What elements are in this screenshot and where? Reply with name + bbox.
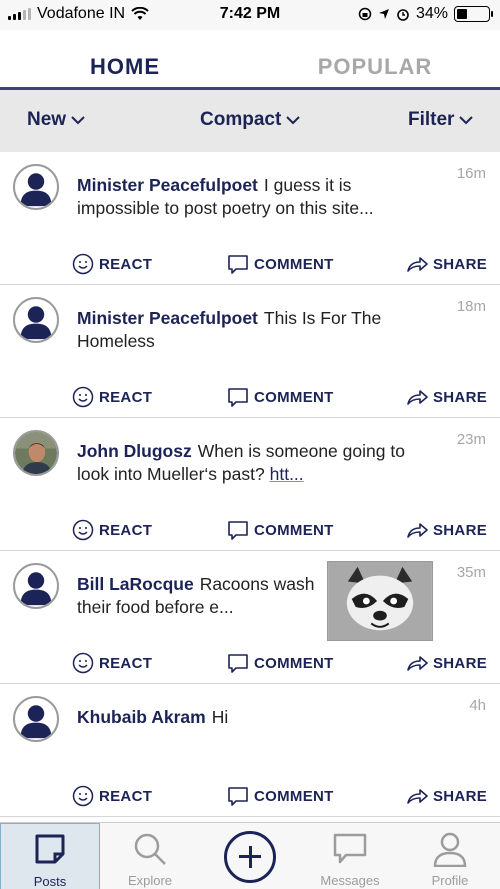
smiley-icon	[72, 386, 94, 408]
post-timestamp: 16m	[456, 165, 486, 182]
nav-posts[interactable]: Posts	[0, 823, 100, 889]
comment-button[interactable]: COMMENT	[227, 253, 334, 275]
search-icon	[134, 833, 166, 865]
raccoon-image	[328, 562, 432, 640]
smiley-icon	[72, 253, 94, 275]
smiley-icon	[72, 785, 94, 807]
share-arrow-icon	[407, 257, 428, 272]
react-button[interactable]: REACT	[72, 785, 152, 807]
user-silhouette-icon	[15, 166, 57, 208]
status-bar: Vodafone IN 7:42 PM 34%	[0, 0, 500, 30]
chevron-down-icon	[71, 116, 85, 125]
author-name[interactable]: Bill LaRocque	[77, 574, 194, 594]
post-item[interactable]: Minister Peacefulpoet This Is For The Hom…	[0, 285, 500, 418]
chevron-down-icon	[286, 116, 301, 125]
comment-button[interactable]: COMMENT	[227, 652, 334, 674]
share-arrow-icon	[407, 523, 428, 538]
share-arrow-icon	[407, 656, 428, 671]
smiley-icon	[72, 519, 94, 541]
user-silhouette-icon	[15, 698, 57, 740]
avatar[interactable]	[13, 430, 59, 476]
avatar[interactable]	[13, 297, 59, 343]
comment-bubble-icon	[228, 521, 248, 540]
comment-button[interactable]: COMMENT	[227, 785, 334, 807]
post-timestamp: 35m	[456, 564, 486, 581]
comment-bubble-icon	[228, 654, 248, 673]
filter-bar: New Compact Filter	[0, 90, 500, 152]
battery-icon	[454, 6, 493, 22]
comment-bubble-icon	[228, 787, 248, 806]
tab-popular[interactable]: POPULAR	[250, 30, 500, 90]
share-arrow-icon	[407, 390, 428, 405]
nav-explore[interactable]: Explore	[100, 823, 200, 889]
react-button[interactable]: REACT	[72, 652, 152, 674]
post-item[interactable]: Khubaib Akram Hi 4h REACT COMMENT SHARE	[0, 684, 500, 817]
post-body: Khubaib Akram Hi	[77, 706, 417, 729]
sort-dropdown[interactable]: New	[27, 109, 85, 131]
share-button[interactable]: SHARE	[406, 652, 487, 674]
profile-icon	[433, 832, 467, 867]
smiley-icon	[72, 652, 94, 674]
post-timestamp: 18m	[456, 298, 486, 315]
avatar[interactable]	[13, 164, 59, 210]
post-feed: Minister Peacefulpoet I guess it is impos…	[0, 152, 500, 817]
comment-button[interactable]: COMMENT	[227, 519, 334, 541]
comment-bubble-icon	[228, 255, 248, 274]
author-name[interactable]: Minister Peacefulpoet	[77, 175, 258, 195]
rotation-lock-icon	[358, 7, 372, 21]
post-thumbnail[interactable]	[327, 561, 433, 641]
post-body: John Dlugosz When is someone going to loo…	[77, 440, 417, 486]
battery-percent: 34%	[415, 5, 448, 22]
share-button[interactable]: SHARE	[406, 386, 487, 408]
react-button[interactable]: REACT	[72, 386, 152, 408]
share-button[interactable]: SHARE	[406, 519, 487, 541]
view-mode-dropdown[interactable]: Compact	[200, 109, 301, 131]
react-button[interactable]: REACT	[72, 253, 152, 275]
share-button[interactable]: SHARE	[406, 253, 487, 275]
share-arrow-icon	[407, 789, 428, 804]
post-actions: REACT COMMENT SHARE	[0, 519, 500, 543]
avatar[interactable]	[13, 563, 59, 609]
post-actions: REACT COMMENT SHARE	[0, 386, 500, 410]
message-bubble-icon	[333, 833, 367, 864]
post-timestamp: 4h	[469, 697, 486, 714]
avatar[interactable]	[13, 696, 59, 742]
user-photo-icon	[15, 432, 57, 474]
share-button[interactable]: SHARE	[406, 785, 487, 807]
alarm-icon	[397, 9, 409, 21]
posts-icon	[35, 834, 65, 864]
post-body: Minister Peacefulpoet This Is For The Hom…	[77, 307, 417, 353]
author-name[interactable]: John Dlugosz	[77, 441, 192, 461]
filter-dropdown[interactable]: Filter	[408, 109, 474, 131]
post-actions: REACT COMMENT SHARE	[0, 253, 500, 277]
post-actions: REACT COMMENT SHARE	[0, 652, 500, 676]
feed-tabs: HOME POPULAR	[0, 30, 500, 90]
react-button[interactable]: REACT	[72, 519, 152, 541]
post-timestamp: 23m	[456, 431, 486, 448]
location-icon	[378, 9, 389, 19]
nav-profile[interactable]: Profile	[400, 823, 500, 889]
post-body: Minister Peacefulpoet I guess it is impos…	[77, 174, 417, 220]
post-item[interactable]: John Dlugosz When is someone going to loo…	[0, 418, 500, 551]
post-actions: REACT COMMENT SHARE	[0, 785, 500, 809]
post-text: Hi	[211, 707, 229, 727]
post-body: Bill LaRocque Racoons wash their food bef…	[77, 573, 317, 619]
nav-messages[interactable]: Messages	[300, 823, 400, 889]
tab-home[interactable]: HOME	[0, 30, 250, 90]
author-name[interactable]: Minister Peacefulpoet	[77, 308, 258, 328]
user-silhouette-icon	[15, 565, 57, 607]
post-item[interactable]: Bill LaRocque Racoons wash their food bef…	[0, 551, 500, 684]
user-silhouette-icon	[15, 299, 57, 341]
chevron-down-icon	[459, 116, 474, 125]
bottom-nav: Posts Explore Messages Profile	[0, 822, 500, 889]
author-name[interactable]: Khubaib Akram	[77, 707, 206, 727]
create-post-button[interactable]	[224, 831, 276, 883]
comment-button[interactable]: COMMENT	[227, 386, 334, 408]
comment-bubble-icon	[228, 388, 248, 407]
post-link[interactable]: htt...	[270, 464, 304, 484]
post-item[interactable]: Minister Peacefulpoet I guess it is impos…	[0, 152, 500, 285]
